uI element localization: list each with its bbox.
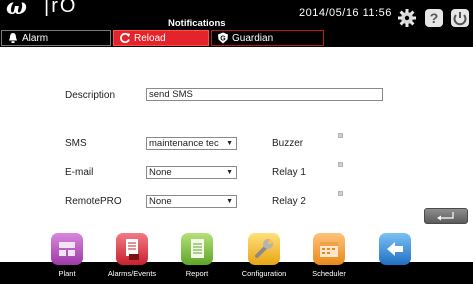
relay2-label: Relay 2 bbox=[272, 196, 306, 207]
settings-gear-icon[interactable] bbox=[397, 8, 417, 28]
nav-label-alarms-events[interactable]: Alarms/Events bbox=[97, 269, 167, 278]
dropdown-arrow-icon: ▼ bbox=[226, 140, 233, 147]
enter-button[interactable] bbox=[424, 208, 468, 224]
email-select-value: None bbox=[149, 167, 172, 178]
wrench-icon[interactable] bbox=[248, 233, 280, 265]
relay1-checkbox[interactable] bbox=[338, 162, 343, 167]
bell-icon bbox=[9, 33, 17, 43]
nav-label-configuration[interactable]: Configuration bbox=[229, 269, 299, 278]
page-title: Notifications bbox=[168, 18, 226, 29]
nav-label-scheduler[interactable]: Scheduler bbox=[294, 269, 364, 278]
datetime-display: 2014/05/16 11:56 bbox=[299, 7, 392, 19]
tab-alarm[interactable]: Alarm bbox=[1, 30, 111, 46]
nav-label-plant[interactable]: Plant bbox=[32, 269, 102, 278]
report-icon[interactable] bbox=[181, 233, 213, 265]
brand-logo-suffix: |rO bbox=[44, 0, 78, 17]
tab-guardian-label: Guardian bbox=[232, 33, 274, 44]
svg-text:G: G bbox=[220, 35, 226, 42]
back-arrow-icon[interactable] bbox=[379, 233, 411, 265]
sms-select[interactable]: maintenance tec ▼ bbox=[146, 137, 237, 150]
alarm-doc-icon[interactable] bbox=[116, 233, 148, 265]
nav-label-report[interactable]: Report bbox=[162, 269, 232, 278]
plant-icon[interactable] bbox=[51, 233, 83, 265]
dropdown-arrow-icon: ▼ bbox=[226, 198, 233, 205]
help-icon[interactable]: ? bbox=[424, 8, 444, 28]
tab-alarm-label: Alarm bbox=[22, 33, 49, 44]
description-input[interactable]: send SMS bbox=[146, 88, 383, 101]
remotepro-label: RemotePRO bbox=[65, 196, 122, 207]
refresh-icon bbox=[120, 32, 131, 44]
top-header: ω |rO Notifications 2014/05/16 11:56 ? bbox=[0, 0, 473, 29]
enter-arrow-icon bbox=[437, 212, 454, 221]
sms-label: SMS bbox=[65, 138, 87, 149]
tab-reload-label: Reload bbox=[134, 33, 166, 44]
email-select[interactable]: None ▼ bbox=[146, 166, 237, 179]
shield-icon: G bbox=[218, 32, 228, 44]
buzzer-checkbox[interactable] bbox=[338, 133, 343, 138]
buzzer-label: Buzzer bbox=[272, 138, 304, 149]
tab-reload[interactable]: Reload bbox=[113, 30, 209, 46]
power-icon[interactable] bbox=[450, 8, 470, 28]
relay2-checkbox[interactable] bbox=[338, 191, 343, 196]
remotepro-select[interactable]: None ▼ bbox=[146, 195, 237, 208]
remotepro-select-value: None bbox=[149, 196, 172, 207]
tab-guardian[interactable]: G Guardian bbox=[211, 30, 324, 46]
calendar-icon[interactable] bbox=[313, 233, 345, 265]
relay1-label: Relay 1 bbox=[272, 167, 306, 178]
description-label: Description bbox=[65, 90, 116, 101]
sms-select-value: maintenance tec bbox=[149, 138, 219, 149]
brand-logo: ω bbox=[6, 0, 27, 20]
email-label: E-mail bbox=[65, 167, 94, 178]
svg-text:?: ? bbox=[430, 10, 439, 26]
dropdown-arrow-icon: ▼ bbox=[226, 169, 233, 176]
